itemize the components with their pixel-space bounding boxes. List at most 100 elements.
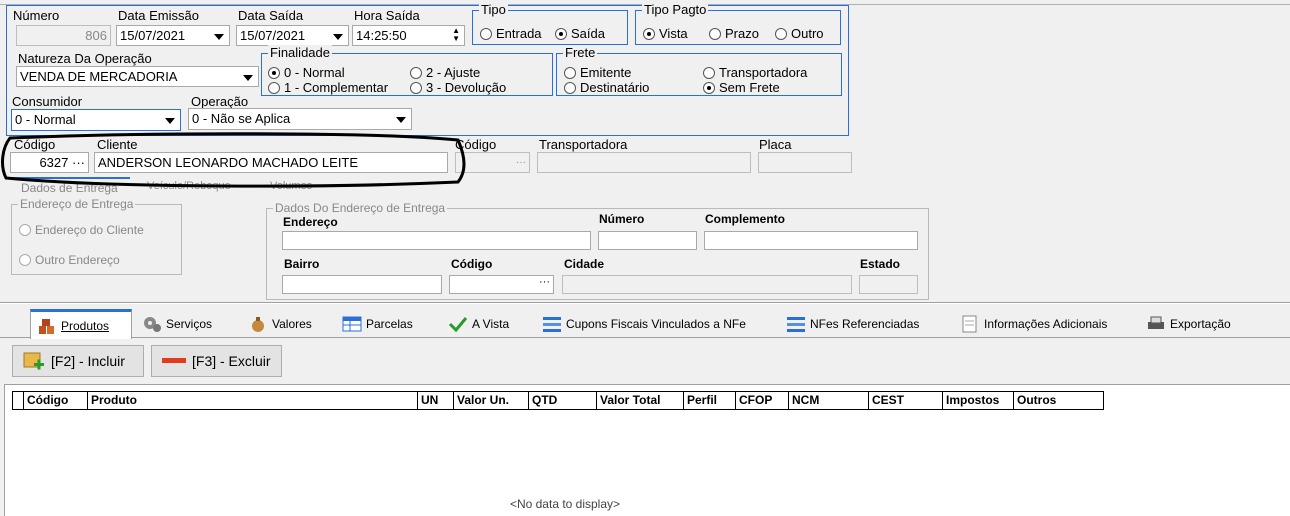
radio-selected-icon xyxy=(643,27,655,40)
spinner-icon[interactable]: ▲ ▼ xyxy=(452,27,460,43)
radio-frete-sem-frete[interactable]: Sem Frete xyxy=(703,80,780,95)
transportadora-label: Transportadora xyxy=(539,137,628,152)
operacao-value: 0 - Não se Aplica xyxy=(192,111,291,126)
col-ncm[interactable]: NCM xyxy=(789,391,869,409)
col-impostos[interactable]: Impostos xyxy=(943,391,1014,409)
radio-entrada[interactable]: Entrada xyxy=(480,26,542,41)
codigo-cidade-input[interactable]: ··· xyxy=(449,275,554,294)
tab-nfes-referenciadas[interactable]: NFes Referenciadas xyxy=(780,309,942,338)
radio-label: 3 - Devolução xyxy=(426,80,507,95)
radio-label: Entrada xyxy=(496,26,542,41)
tipo-title: Tipo xyxy=(479,2,508,17)
radio-frete-emitente[interactable]: Emitente xyxy=(564,65,631,80)
tab-servicos[interactable]: Serviços xyxy=(136,309,232,338)
tab-parcelas[interactable]: Parcelas xyxy=(336,309,432,338)
data-saida-label: Data Saída xyxy=(238,8,304,23)
radio-frete-transportadora[interactable]: Transportadora xyxy=(703,65,807,80)
complemento-label: Complemento xyxy=(705,212,786,226)
consumidor-label: Consumidor xyxy=(12,94,83,109)
radio-vista[interactable]: Vista xyxy=(643,26,688,41)
chevron-down-icon[interactable] xyxy=(162,112,178,127)
data-saida-value: 15/07/2021 xyxy=(240,28,306,43)
endereco-input[interactable] xyxy=(282,231,591,250)
consumidor-value: 0 - Normal xyxy=(15,112,76,127)
incluir-button[interactable]: [F2] - Incluir xyxy=(12,345,144,377)
radio-finalidade-ajuste[interactable]: 2 - Ajuste xyxy=(410,65,480,80)
tab-label: Informações Adicionais xyxy=(984,316,1108,331)
data-saida-field[interactable]: 15/07/2021 xyxy=(236,25,349,46)
radio-finalidade-normal[interactable]: 0 - Normal xyxy=(268,65,345,80)
numero-end-label: Número xyxy=(599,212,645,226)
codigo-cidade-label: Código xyxy=(451,257,493,271)
col-cfop[interactable]: CFOP xyxy=(736,391,789,409)
radio-icon xyxy=(775,27,787,40)
tab-label: Exportação xyxy=(1170,316,1231,331)
excluir-label: [F3] - Excluir xyxy=(192,353,271,369)
col-valor-un[interactable]: Valor Un. xyxy=(454,391,529,409)
incluir-label: [F2] - Incluir xyxy=(51,353,125,369)
tab-cupons-fiscais[interactable]: Cupons Fiscais Vinculados a NFe xyxy=(536,309,772,338)
ellipsis-icon[interactable]: ··· xyxy=(539,276,550,288)
bairro-input[interactable] xyxy=(282,275,442,294)
hora-saida-field[interactable]: 14:25:50 ▲ ▼ xyxy=(352,25,465,46)
col-un[interactable]: UN xyxy=(418,391,454,409)
col-qtd[interactable]: QTD xyxy=(529,391,597,409)
tab-exportacao[interactable]: Exportação xyxy=(1140,309,1250,338)
tab-informacoes-adicionais[interactable]: Informações Adicionais xyxy=(954,309,1130,338)
excluir-button[interactable]: [F3] - Excluir xyxy=(151,345,282,377)
col-codigo[interactable]: Código xyxy=(24,391,88,409)
col-perfil[interactable]: Perfil xyxy=(684,391,736,409)
radio-outro-endereco[interactable]: Outro Endereço xyxy=(19,253,120,267)
natureza-select[interactable]: VENDA DE MERCADORIA xyxy=(16,66,259,87)
col-produto[interactable]: Produto xyxy=(88,391,418,409)
radio-frete-destinatario[interactable]: Destinatário xyxy=(564,80,649,95)
col-valor-total[interactable]: Valor Total xyxy=(597,391,684,409)
radio-label: 0 - Normal xyxy=(284,65,345,80)
annotation-ellipse xyxy=(1,132,466,188)
list-icon xyxy=(787,316,805,332)
chevron-down-icon[interactable] xyxy=(393,111,409,126)
radio-label: Destinatário xyxy=(580,80,650,95)
radio-icon xyxy=(410,81,422,94)
numero-end-input[interactable] xyxy=(598,231,697,250)
radio-finalidade-devolucao[interactable]: 3 - Devolução xyxy=(410,80,506,95)
radio-prazo[interactable]: Prazo xyxy=(709,26,759,41)
radio-saida[interactable]: Saída xyxy=(555,26,605,41)
tab-valores[interactable]: Valores xyxy=(242,309,328,338)
placa-label: Placa xyxy=(759,137,792,152)
radio-label: Outro Endereço xyxy=(35,253,120,267)
natureza-value: VENDA DE MERCADORIA xyxy=(20,69,178,84)
radio-label: Outro xyxy=(791,26,824,41)
tab-produtos[interactable]: Produtos xyxy=(30,309,132,339)
hora-saida-value: 14:25:50 xyxy=(356,28,407,43)
chevron-down-icon[interactable] xyxy=(240,69,256,84)
data-emissao-field[interactable]: 15/07/2021 xyxy=(116,25,230,46)
col-cest[interactable]: CEST xyxy=(869,391,943,409)
radio-icon xyxy=(709,27,721,40)
chevron-down-icon[interactable] xyxy=(330,28,346,43)
tab-a-vista[interactable]: A Vista xyxy=(442,309,528,338)
complemento-input[interactable] xyxy=(704,231,918,250)
operacao-select[interactable]: 0 - Não se Aplica xyxy=(188,108,412,130)
consumidor-select[interactable]: 0 - Normal xyxy=(11,109,181,131)
radio-icon xyxy=(19,224,31,236)
radio-endereco-cliente[interactable]: Endereço do Cliente xyxy=(19,223,144,237)
frete-title: Frete xyxy=(563,45,598,60)
check-icon xyxy=(448,316,468,332)
endereco-entrega-title: Endereço de Entrega xyxy=(18,197,136,212)
chevron-down-icon[interactable] xyxy=(211,28,227,43)
bairro-label: Bairro xyxy=(284,257,320,271)
ellipsis-icon: ··· xyxy=(516,157,526,168)
radio-label: Prazo xyxy=(725,26,759,41)
remove-icon xyxy=(162,358,186,363)
natureza-label: Natureza Da Operação xyxy=(18,51,152,66)
radio-finalidade-complementar[interactable]: 1 - Complementar xyxy=(268,80,388,95)
col-outros[interactable]: Outros xyxy=(1014,391,1104,409)
radio-icon xyxy=(564,66,576,79)
radio-icon xyxy=(19,254,31,266)
cidade-label: Cidade xyxy=(564,257,605,271)
cidade-input xyxy=(562,275,852,294)
radio-selected-icon xyxy=(268,66,280,79)
radio-icon xyxy=(564,81,576,94)
radio-outro[interactable]: Outro xyxy=(775,26,824,41)
